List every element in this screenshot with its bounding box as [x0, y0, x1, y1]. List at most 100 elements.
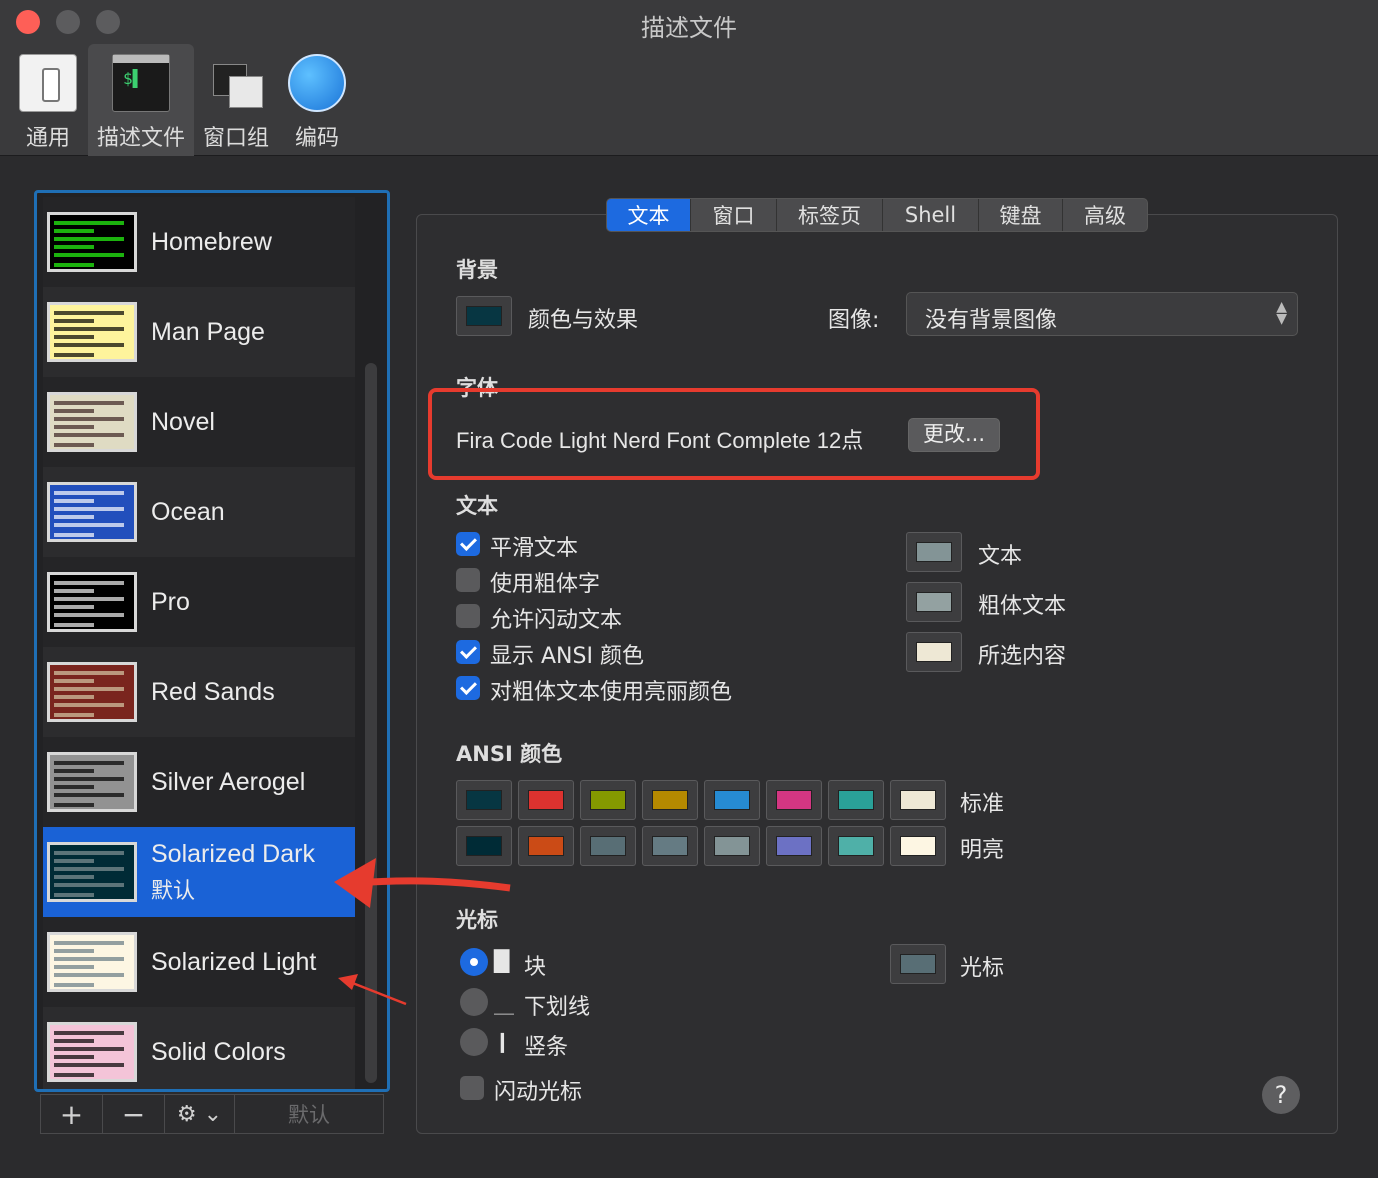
font-value: Fira Code Light Nerd Font Complete 12点 — [456, 428, 864, 453]
ansi-normal-color-well[interactable] — [580, 780, 636, 820]
ansi-heading: ANSI 颜色 — [456, 742, 563, 766]
profile-item[interactable]: Solarized Light — [43, 917, 355, 1007]
background-heading: 背景 — [456, 258, 498, 282]
gear-menu-button[interactable]: ⚙ ⌄ — [165, 1095, 235, 1133]
ansi-bright-color-well[interactable] — [766, 826, 822, 866]
cursor-style-label: 块 — [524, 955, 547, 980]
text-option-checkbox[interactable] — [456, 532, 480, 556]
profile-item[interactable]: Pro — [43, 557, 355, 647]
add-profile-button[interactable]: + — [41, 1095, 103, 1133]
profile-name: Ocean — [151, 497, 225, 526]
profile-item[interactable]: Ocean — [43, 467, 355, 557]
tab-shell[interactable]: Shell — [883, 199, 979, 231]
profile-item[interactable]: Red Sands — [43, 647, 355, 737]
cursor-style-radio[interactable] — [460, 1028, 488, 1056]
switch-icon — [19, 54, 77, 112]
text-option-checkbox[interactable] — [456, 568, 480, 592]
profile-item[interactable]: Solid Colors — [43, 1007, 355, 1089]
profile-name: Man Page — [151, 317, 265, 346]
annotation-arrow-big — [369, 877, 511, 892]
profile-thumbnail — [47, 1022, 137, 1082]
ansi-bright-color-well[interactable] — [890, 826, 946, 866]
toolbar-window-groups[interactable]: 窗口组 — [198, 44, 274, 156]
blink-cursor-checkbox[interactable] — [460, 1076, 484, 1100]
cursor-color-label: 光标 — [960, 956, 1005, 981]
annotation-arrows — [334, 858, 511, 1006]
profile-default-badge: 默认 — [151, 877, 196, 903]
annotation-arrowhead-small — [338, 974, 358, 990]
toolbar-window-groups-label: 窗口组 — [202, 126, 269, 151]
background-image-label: 图像: — [828, 308, 880, 333]
cursor-style-glyph: ❙ — [494, 1029, 511, 1053]
text-color-label: 文本 — [978, 544, 1023, 569]
toolbar-encoding[interactable]: 编码 — [284, 44, 350, 156]
text-color-well[interactable] — [906, 632, 962, 672]
profile-name-group: Solarized Dark 默认 — [151, 840, 315, 905]
profile-name: Novel — [151, 407, 215, 436]
text-option-label: 对粗体文本使用亮丽颜色 — [490, 680, 733, 705]
profile-item[interactable]: Homebrew — [43, 197, 355, 287]
cursor-style-label: 下划线 — [524, 995, 591, 1020]
profile-thumbnail — [47, 572, 137, 632]
profile-item[interactable]: Novel — [43, 377, 355, 467]
window-title: 描述文件 — [641, 14, 737, 42]
profile-thumbnail — [47, 302, 137, 362]
text-heading: 文本 — [456, 494, 498, 518]
tab-keyboard[interactable]: 键盘 — [979, 199, 1063, 231]
remove-profile-button[interactable]: − — [103, 1095, 165, 1133]
ansi-normal-color-well[interactable] — [704, 780, 760, 820]
ansi-normal-color-well[interactable] — [456, 780, 512, 820]
toolbar-profiles-label: 描述文件 — [96, 126, 185, 151]
settings-tabs: 文本 窗口 标签页 Shell 键盘 高级 — [606, 198, 1148, 232]
toolbar-profiles[interactable]: $▌ 描述文件 — [88, 44, 194, 156]
text-option-checkbox[interactable] — [456, 604, 480, 628]
ansi-normal-color-well[interactable] — [642, 780, 698, 820]
tab-text[interactable]: 文本 — [607, 199, 691, 231]
toolbar: 描述文件 通用 $▌ 描述文件 窗口组 编码 — [0, 0, 1378, 156]
profile-name: Solarized Dark — [151, 839, 315, 868]
background-image-select[interactable]: 没有背景图像 ▲ ▼ — [906, 292, 1298, 336]
cursor-color-well[interactable] — [890, 944, 946, 984]
profile-thumbnail — [47, 932, 137, 992]
profile-thumbnail — [47, 752, 137, 812]
tab-tabs[interactable]: 标签页 — [777, 199, 883, 231]
profile-thumbnail — [47, 662, 137, 722]
ansi-bright-color-well[interactable] — [518, 826, 574, 866]
ansi-normal-color-well[interactable] — [766, 780, 822, 820]
toolbar-general[interactable]: 通用 — [14, 44, 82, 156]
ansi-bright-color-well[interactable] — [828, 826, 884, 866]
profile-item[interactable]: Man Page — [43, 287, 355, 377]
profile-thumbnail — [47, 842, 137, 902]
background-color-well[interactable] — [456, 296, 512, 336]
profile-name: Solarized Light — [151, 947, 317, 976]
ansi-bright-color-well[interactable] — [704, 826, 760, 866]
annotation-arrow-small — [349, 980, 407, 1006]
ansi-normal-color-well[interactable] — [518, 780, 574, 820]
profile-thumbnail — [47, 212, 137, 272]
set-default-button[interactable]: 默认 — [235, 1095, 383, 1133]
background-image-value: 没有背景图像 — [925, 308, 1058, 333]
ansi-normal-color-well[interactable] — [890, 780, 946, 820]
blink-cursor-label: 闪动光标 — [494, 1080, 583, 1105]
help-button[interactable]: ? — [1262, 1076, 1300, 1114]
text-option-label: 显示 ANSI 颜色 — [490, 644, 644, 669]
text-color-well[interactable] — [906, 582, 962, 622]
tab-advanced[interactable]: 高级 — [1063, 199, 1147, 231]
ansi-bright-color-well[interactable] — [580, 826, 636, 866]
tab-window[interactable]: 窗口 — [691, 199, 777, 231]
profile-item[interactable]: Silver Aerogel — [43, 737, 355, 827]
profile-thumbnail — [47, 482, 137, 542]
profile-name: Pro — [151, 587, 190, 616]
text-option-label: 使用粗体字 — [490, 572, 601, 597]
ansi-bright-label: 明亮 — [960, 838, 1005, 863]
text-option-checkbox[interactable] — [456, 640, 480, 664]
change-font-button[interactable]: 更改... — [908, 418, 1000, 452]
ansi-normal-color-well[interactable] — [828, 780, 884, 820]
annotation-arrowhead-big — [334, 858, 376, 908]
text-option-checkbox[interactable] — [456, 676, 480, 700]
profile-item[interactable]: Solarized Dark 默认 — [43, 827, 355, 917]
chevron-updown-icon: ▲ ▼ — [1276, 299, 1287, 327]
ansi-bright-color-well[interactable] — [642, 826, 698, 866]
toolbar-encoding-label: 编码 — [294, 126, 339, 151]
text-color-well[interactable] — [906, 532, 962, 572]
